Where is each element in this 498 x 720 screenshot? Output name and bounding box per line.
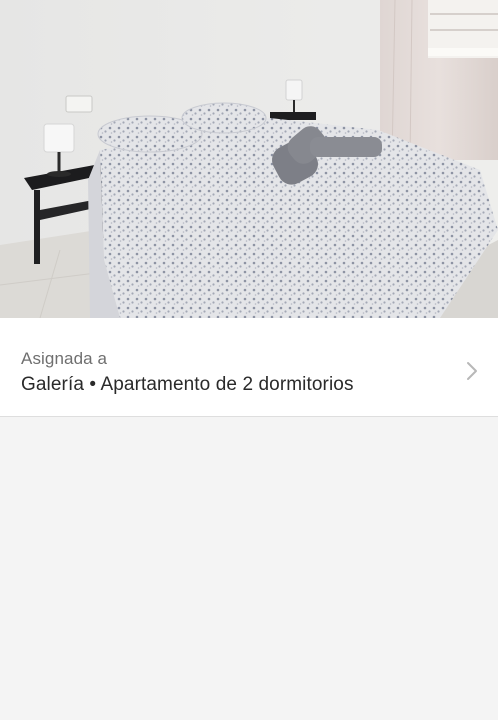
assigned-to-label: Asignada a [21, 349, 108, 368]
bedroom-photo-illustration [0, 0, 498, 318]
room-photo[interactable] [0, 0, 498, 318]
assigned-property-name: Galería • Apartamento de 2 dormitorios [21, 374, 354, 395]
empty-content-area [0, 418, 498, 720]
assigned-to-row[interactable]: Asignada a Galería • Apartamento de 2 do… [0, 318, 498, 417]
chevron-right-icon[interactable] [462, 360, 482, 382]
